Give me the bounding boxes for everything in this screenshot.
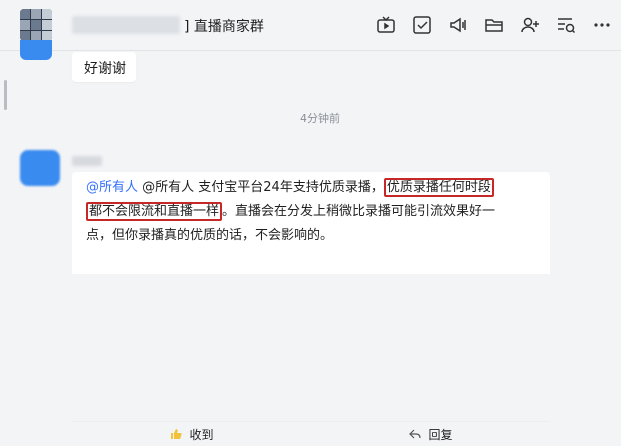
task-check-icon[interactable] (411, 14, 433, 36)
mention-all[interactable]: @所有人 (86, 180, 138, 195)
add-member-icon[interactable] (519, 14, 541, 36)
announcement-icon[interactable] (447, 14, 469, 36)
message-line-3: 点，但你录播真的优质的话，不会影响的。 (86, 228, 334, 243)
thumbs-up-icon (171, 429, 183, 439)
message-segment: 。直播会在分发上稍微比录播可能引流效果好一 (222, 204, 496, 219)
message-actions: 收到 回复 (72, 422, 550, 446)
message-text: @所有人 @所有人 支付宝平台24年支持优质录播， 优质录播任何时段 都不会限流和… (86, 176, 546, 248)
scroll-indicator[interactable] (4, 80, 7, 110)
sender-avatar[interactable] (20, 150, 60, 186)
group-avatar[interactable] (20, 9, 52, 41)
message-timestamp: 4分钟前 (300, 112, 340, 125)
message-line-1: @所有人 @所有人 支付宝平台24年支持优质录播， 优质录播任何时段 (86, 176, 546, 200)
acknowledge-button[interactable]: 收到 (72, 422, 311, 446)
header-toolbar (375, 14, 613, 36)
sender-avatar[interactable] (20, 40, 52, 60)
acknowledge-label: 收到 (189, 427, 214, 442)
more-icon[interactable] (591, 14, 613, 36)
message-text: 好谢谢 (84, 61, 126, 77)
live-icon[interactable] (375, 14, 397, 36)
message-bubble[interactable]: 好谢谢 (72, 52, 136, 82)
blurred-sender-name (72, 156, 102, 166)
search-history-icon[interactable] (555, 14, 577, 36)
highlighted-text: 优质录播任何时段 (383, 178, 494, 197)
reply-icon (409, 429, 422, 439)
reply-button[interactable]: 回复 (311, 422, 550, 446)
announcement-message-bubble[interactable]: @所有人 @所有人 支付宝平台24年支持优质录播， 优质录播任何时段 都不会限流和… (72, 172, 550, 442)
folder-icon[interactable] (483, 14, 505, 36)
highlighted-text: 都不会限流和直播一样 (86, 202, 223, 221)
message-segment: @所有人 支付宝平台24年支持优质录播， (138, 180, 384, 195)
chat-title[interactable]: ] 直播商家群 (184, 16, 264, 36)
message-line-2: 都不会限流和直播一样 。直播会在分发上稍微比录播可能引流效果好一 (86, 200, 546, 224)
blurred-group-name (72, 16, 180, 34)
reply-label: 回复 (428, 427, 453, 442)
chat-header: ] 直播商家群 (0, 0, 621, 51)
